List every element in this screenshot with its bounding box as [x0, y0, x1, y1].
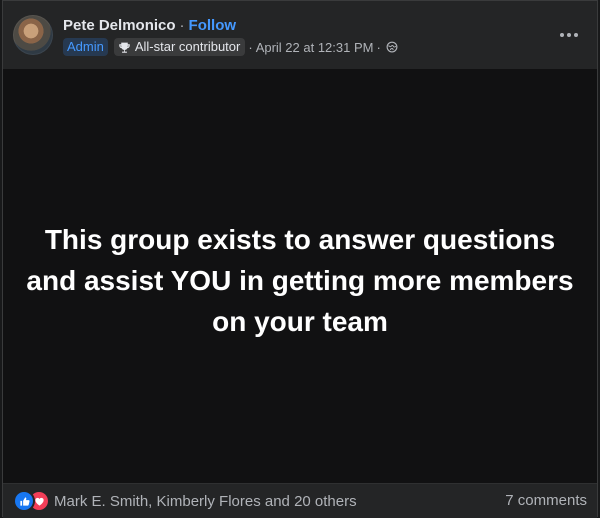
admin-badge[interactable]: Admin: [63, 38, 108, 56]
post-footer: Mark E. Smith, Kimberly Flores and 20 ot…: [3, 483, 597, 518]
reactions-summary[interactable]: Mark E. Smith, Kimberly Flores and 20 ot…: [15, 492, 357, 510]
author-separator: ·: [179, 16, 185, 34]
post-timestamp[interactable]: April 22 at 12:31 PM: [256, 40, 374, 55]
like-icon: [15, 492, 33, 510]
post-meta: Admin All-star contributor · April 22 at…: [63, 37, 398, 57]
reaction-names: Mark E. Smith, Kimberly Flores and 20 ot…: [54, 492, 357, 510]
author-line: Pete Delmonico · Follow: [63, 15, 236, 35]
ellipsis-icon: [560, 33, 578, 37]
post-card: Pete Delmonico · Follow Admin All-star c…: [2, 0, 598, 518]
more-options-button[interactable]: [557, 23, 581, 47]
meta-separator: ·: [248, 39, 253, 55]
contributor-badge[interactable]: All-star contributor: [113, 38, 246, 56]
author-name[interactable]: Pete Delmonico: [63, 17, 176, 34]
avatar[interactable]: [13, 15, 53, 55]
contributor-badge-label: All-star contributor: [134, 39, 241, 54]
meta-separator-2: ·: [376, 39, 381, 55]
follow-button[interactable]: Follow: [189, 17, 237, 34]
globe-icon[interactable]: [386, 41, 398, 53]
comments-count[interactable]: 7 comments: [505, 492, 587, 509]
post-content[interactable]: This group exists to answer questions an…: [3, 69, 597, 483]
trophy-icon: [119, 42, 130, 53]
post-text: This group exists to answer questions an…: [26, 223, 574, 337]
post-header: Pete Delmonico · Follow Admin All-star c…: [3, 1, 597, 69]
